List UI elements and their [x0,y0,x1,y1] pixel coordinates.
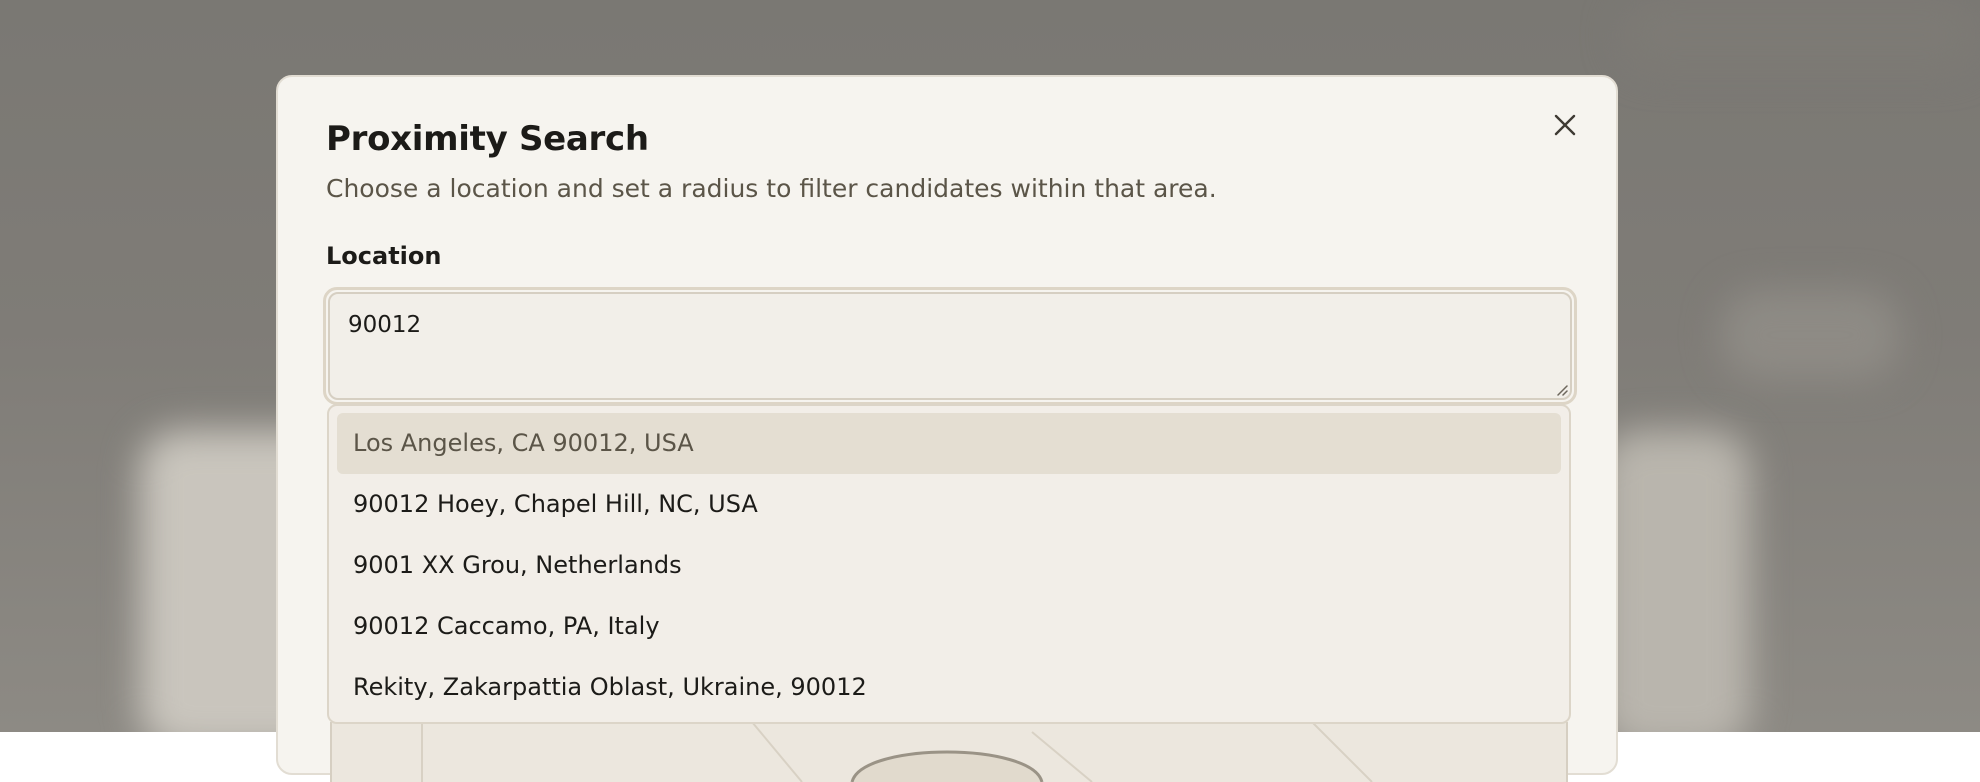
suggestion-item[interactable]: 9001 XX Grou, Netherlands [337,535,1561,596]
suggestion-item[interactable]: 90012 Caccamo, PA, Italy [337,596,1561,657]
dialog-description: Choose a location and set a radius to fi… [326,174,1217,203]
background-card [1600,430,1750,732]
suggestion-item[interactable]: Los Angeles, CA 90012, USA [337,413,1561,474]
location-input[interactable] [328,292,1572,400]
background-card [1720,290,1900,380]
close-icon [1554,114,1576,136]
background-card [1620,0,1980,70]
location-label: Location [326,242,442,270]
location-suggestions-list: Los Angeles, CA 90012, USA 90012 Hoey, Ch… [327,404,1571,724]
suggestion-item[interactable]: 90012 Hoey, Chapel Hill, NC, USA [337,474,1561,535]
map-preview [330,722,1568,782]
dialog-title: Proximity Search [326,119,649,159]
map-roads [421,722,1373,782]
proximity-search-dialog: Proximity Search Choose a location and s… [276,75,1618,782]
close-button[interactable] [1551,111,1579,139]
suggestion-item[interactable]: Rekity, Zakarpattia Oblast, Ukraine, 900… [337,657,1561,718]
resize-handle-icon[interactable] [1554,382,1568,396]
